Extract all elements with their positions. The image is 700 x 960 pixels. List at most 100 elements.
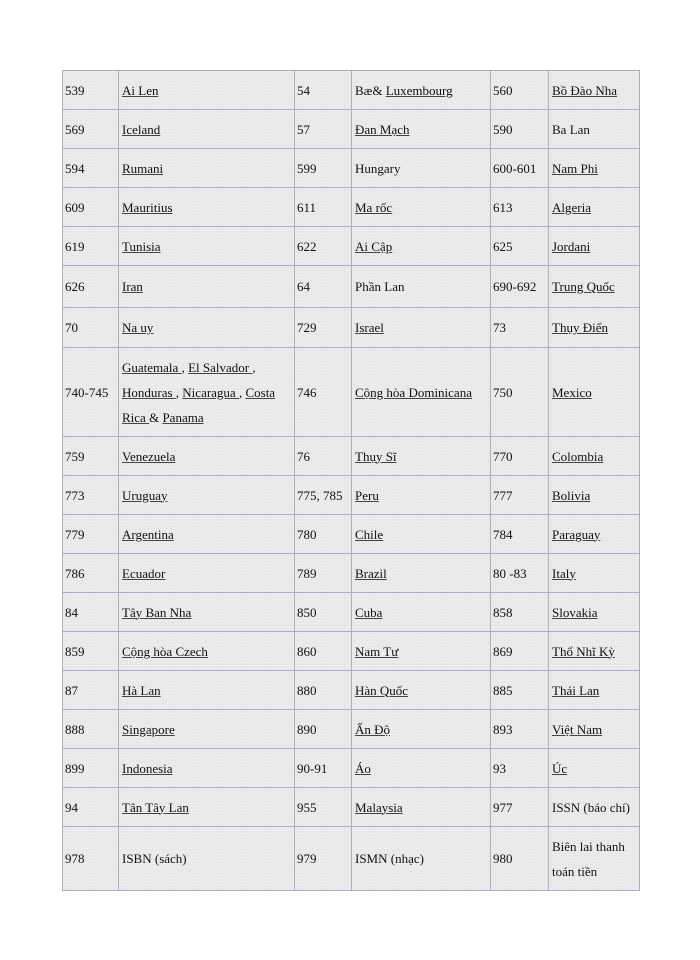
table-row: 773 Uruguay 775, 785 Peru 777 Bolivia: [62, 475, 640, 515]
country-link[interactable]: Thụy Điển: [552, 320, 608, 335]
country-link[interactable]: Argentina: [122, 527, 174, 542]
country-link[interactable]: Brazil: [355, 566, 387, 581]
country-link[interactable]: Panama: [162, 410, 203, 425]
country-link[interactable]: Trung Quốc: [552, 279, 615, 294]
barcode-prefix-cell: 786: [62, 553, 119, 593]
country-name-cell: Thổ Nhĩ Kỳ: [548, 631, 640, 671]
table-body: 539 Ai Len 54 Bæ& Luxembourg 560 Bồ Đào Nh…: [62, 70, 640, 891]
barcode-prefix-cell: 777: [490, 475, 549, 515]
country-link[interactable]: Chile: [355, 527, 383, 542]
barcode-prefix-cell: 560: [490, 70, 549, 110]
barcode-prefix-cell: 80 -83: [490, 553, 549, 593]
table-row: 740-745 Guatemala , El Salvador , Hondura…: [62, 347, 640, 437]
country-link[interactable]: Ma rốc: [355, 200, 392, 215]
country-link[interactable]: Israel: [355, 320, 384, 335]
country-name-cell: Ma rốc: [351, 187, 491, 227]
country-name-cell: Ba Lan: [548, 109, 640, 149]
country-link[interactable]: Ai Len: [122, 83, 158, 98]
country-link[interactable]: Thụy Sĩ: [355, 449, 397, 464]
country-name-cell: ISMN (nhạc): [351, 826, 491, 891]
country-link[interactable]: Nam Tư: [355, 644, 398, 659]
country-link[interactable]: Luxembourg: [386, 83, 453, 98]
table-row: 779 Argentina 780 Chile 784 Paraguay: [62, 514, 640, 554]
barcode-prefix-cell: 622: [294, 226, 352, 266]
country-link[interactable]: Peru: [355, 488, 379, 503]
barcode-prefix-cell: 773: [62, 475, 119, 515]
country-link[interactable]: Paraguay: [552, 527, 600, 542]
country-name-cell: Ecuador: [118, 553, 295, 593]
barcode-prefix-cell: 859: [62, 631, 119, 671]
country-link[interactable]: Nicaragua: [182, 385, 239, 400]
country-link[interactable]: Hàn Quốc: [355, 683, 408, 698]
barcode-prefix-cell: 885: [490, 670, 549, 710]
barcode-prefix-cell: 750: [490, 347, 549, 437]
country-link[interactable]: Mauritius: [122, 200, 173, 215]
country-link[interactable]: Uruguay: [122, 488, 168, 503]
table-row: 94 Tân Tây Lan 955 Malaysia 977 ISSN (báo ch…: [62, 787, 640, 827]
barcode-prefix-cell: 539: [62, 70, 119, 110]
barcode-prefix-cell: 740-745: [62, 347, 119, 437]
country-link[interactable]: Iran: [122, 279, 143, 294]
country-link[interactable]: Hà Lan: [122, 683, 161, 698]
country-name-cell: Thụy Điển: [548, 307, 640, 348]
country-link[interactable]: Iceland: [122, 122, 160, 137]
country-link[interactable]: Cộng hòa Czech: [122, 644, 208, 659]
barcode-prefix-cell: 775, 785: [294, 475, 352, 515]
country-link[interactable]: Nam Phi: [552, 161, 598, 176]
country-link[interactable]: Đan Mạch: [355, 122, 410, 137]
barcode-prefix-cell: 626: [62, 265, 119, 308]
country-link[interactable]: Slovakia: [552, 605, 598, 620]
country-link[interactable]: Tunisia: [122, 239, 161, 254]
barcode-prefix-cell: 980: [490, 826, 549, 891]
country-link[interactable]: Colombia: [552, 449, 603, 464]
country-link[interactable]: Italy: [552, 566, 576, 581]
country-link[interactable]: Cuba: [355, 605, 382, 620]
country-link[interactable]: Ấn Độ: [355, 722, 390, 737]
barcode-prefix-cell: 57: [294, 109, 352, 149]
country-text: Phần Lan: [355, 279, 405, 294]
country-name-cell: ISSN (báo chí): [548, 787, 640, 827]
country-link[interactable]: Úc: [552, 761, 567, 776]
country-link[interactable]: Việt Nam: [552, 722, 602, 737]
barcode-prefix-cell: 613: [490, 187, 549, 227]
country-link[interactable]: El Salvador: [188, 360, 252, 375]
table-row: 594 Rumani 599 Hungary 600-601 Nam Phi: [62, 148, 640, 188]
country-name-cell: Cộng hòa Dominicana: [351, 347, 491, 437]
country-name-cell: Cuba: [351, 592, 491, 632]
table-row: 70 Na uy 729 Israel 73 Thụy Điển: [62, 307, 640, 348]
barcode-prefix-cell: 880: [294, 670, 352, 710]
country-link[interactable]: Venezuela: [122, 449, 175, 464]
barcode-prefix-cell: 955: [294, 787, 352, 827]
country-link[interactable]: Malaysia: [355, 800, 403, 815]
country-link[interactable]: Indonesia: [122, 761, 173, 776]
country-link[interactable]: Mexico: [552, 385, 592, 400]
country-text: Hungary: [355, 160, 401, 176]
country-link[interactable]: Bolivia: [552, 488, 590, 503]
country-link[interactable]: Rumani: [122, 161, 163, 176]
barcode-prefix-cell: 569: [62, 109, 119, 149]
country-name-cell: Nam Phi: [548, 148, 640, 188]
table-row: 626 Iran 64 Phần Lan 690-692 Trung Quốc: [62, 265, 640, 308]
barcode-prefix-cell: 73: [490, 307, 549, 348]
country-link[interactable]: Ai Cập: [355, 239, 392, 254]
barcode-prefix-cell: 746: [294, 347, 352, 437]
country-name-cell: Đan Mạch: [351, 109, 491, 149]
country-link[interactable]: Bồ Đào Nha: [552, 83, 617, 98]
country-link[interactable]: Singapore: [122, 722, 175, 737]
country-link[interactable]: Tân Tây Lan: [122, 800, 189, 815]
country-link[interactable]: Tây Ban Nha: [122, 605, 191, 620]
country-link[interactable]: Na uy: [122, 320, 153, 335]
country-link[interactable]: Jordani: [552, 239, 590, 254]
country-link[interactable]: Thái Lan: [552, 683, 599, 698]
country-link[interactable]: Thổ Nhĩ Kỳ: [552, 644, 615, 659]
country-link[interactable]: Áo: [355, 761, 371, 776]
country-name-cell: Israel: [351, 307, 491, 348]
country-name-cell: Cộng hòa Czech: [118, 631, 295, 671]
country-link[interactable]: Ecuador: [122, 566, 165, 581]
country-link[interactable]: Cộng hòa Dominicana: [355, 385, 472, 400]
country-link[interactable]: Algeria: [552, 200, 591, 215]
country-name-cell: Singapore: [118, 709, 295, 749]
country-link[interactable]: Honduras: [122, 385, 176, 400]
country-link[interactable]: Guatemala: [122, 360, 182, 375]
barcode-prefix-cell: 70: [62, 307, 119, 348]
